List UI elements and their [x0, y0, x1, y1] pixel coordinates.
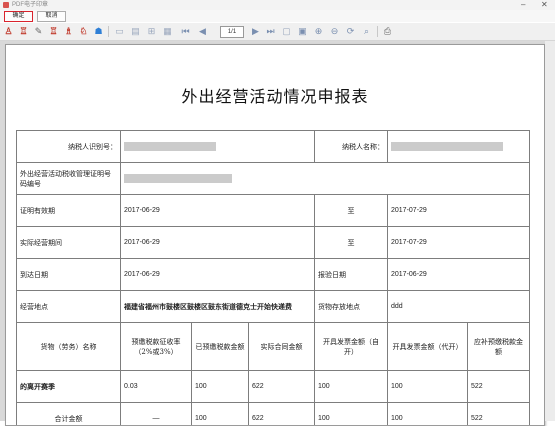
multi-seal-icon[interactable]: ♘ [78, 26, 89, 37]
goods-invoice-agent: 100 [388, 371, 468, 403]
document-viewer[interactable]: 外出经营活动情况申报表 纳税人识别号： 纳税人名称： 外出经营活动税收管理证明号… [0, 41, 555, 421]
single-page-icon[interactable]: ▣ [297, 26, 308, 37]
close-icon[interactable]: ✕ [541, 0, 548, 10]
header-contract: 实际合同金额 [249, 323, 315, 371]
table-row: 纳税人识别号： 纳税人名称： [17, 131, 530, 163]
total-row: 合计金额 — 100 622 100 100 522 [17, 403, 530, 426]
toolbar-separator [377, 26, 378, 37]
toolbar-separator [108, 26, 109, 37]
cloud-seal-icon[interactable]: ☗ [93, 26, 104, 37]
header-goods-name: 货物（劳务）名称 [17, 323, 121, 371]
taxpayer-name-value [388, 131, 530, 163]
zoom-in-icon[interactable]: ⊕ [313, 26, 324, 37]
batch-seal-icon[interactable]: ♗ [63, 26, 74, 37]
valid-period-label: 证明有效期 [17, 195, 121, 227]
page-number-field[interactable]: 1/1 [220, 26, 244, 38]
total-invoice-agent: 100 [388, 403, 468, 426]
app-icon [3, 2, 9, 8]
inspection-date-label: 报验日期 [315, 259, 388, 291]
header-invoice-self: 开具发票金额（自开） [315, 323, 388, 371]
confirm-button[interactable]: 确定 [4, 11, 33, 22]
fit-page-icon[interactable]: ▭ [114, 26, 125, 37]
pen-icon[interactable]: ✎ [33, 26, 44, 37]
redacted-block [124, 142, 216, 151]
table-row: 外出经营活动税收管理证明号码编号 [17, 163, 530, 195]
taxpayer-id-value [121, 131, 315, 163]
inspection-date-value: 2017-06-29 [388, 259, 530, 291]
redacted-block [391, 142, 503, 151]
zoom-out-icon[interactable]: ⊖ [329, 26, 340, 37]
period-from-value: 2017-06-29 [121, 227, 315, 259]
total-supplement: 522 [468, 403, 530, 426]
page-view-icon[interactable]: ▢ [281, 26, 292, 37]
document-title: 外出经营活动情况申报表 [6, 83, 544, 107]
goods-header-row: 货物（劳务）名称 预缴税款征收率（2%或3%） 已预缴税款金额 实际合同金额 开… [17, 323, 530, 371]
goods-supplement: 522 [468, 371, 530, 403]
header-invoice-agent: 开具发票金额（代开） [388, 323, 468, 371]
stamp-icon[interactable]: ♙ [3, 26, 14, 37]
cert-number-value [121, 163, 530, 195]
seal-icon[interactable]: ♖ [48, 26, 59, 37]
table-row: 证明有效期 2017-06-29 至 2017-07-29 [17, 195, 530, 227]
prev-page-icon[interactable]: ◀ [197, 26, 208, 37]
window-title: PDF电子印章 [12, 0, 48, 10]
storage-label: 货物存放地点 [315, 291, 388, 323]
table-row: 经营地点 福建省福州市鼓楼区鼓楼区鼓东街道德克士开始快递费 货物存放地点 ddd [17, 291, 530, 323]
taxpayer-id-label: 纳税人识别号： [17, 131, 121, 163]
first-page-icon[interactable]: ⏮ [180, 26, 191, 37]
table-row: 到达日期 2017-06-29 报验日期 2017-06-29 [17, 259, 530, 291]
header-supplement: 应补预缴税款金额 [468, 323, 530, 371]
minimize-icon[interactable]: – [521, 0, 525, 10]
valid-to-label: 至 [315, 195, 388, 227]
total-invoice-self: 100 [315, 403, 388, 426]
goods-rate: 0.03 [121, 371, 192, 403]
total-rate: — [121, 403, 192, 426]
business-period-label: 实际经营期间 [17, 227, 121, 259]
arrival-date-label: 到达日期 [17, 259, 121, 291]
goods-row: 的离开赛季 0.03 100 622 100 100 522 [17, 371, 530, 403]
valid-to-value: 2017-07-29 [388, 195, 530, 227]
total-label: 合计金额 [17, 403, 121, 426]
seam-stamp-icon[interactable]: ♖ [18, 26, 29, 37]
actual-size-icon[interactable]: ⊞ [146, 26, 157, 37]
declaration-form-table: 纳税人识别号： 纳税人名称： 外出经营活动税收管理证明号码编号 证明有效期 20… [16, 130, 530, 426]
rotate-icon[interactable]: ⟳ [345, 26, 356, 37]
cancel-button[interactable]: 取消 [37, 11, 66, 22]
total-contract: 622 [249, 403, 315, 426]
goods-contract: 622 [249, 371, 315, 403]
last-page-icon[interactable]: ⏭ [265, 26, 276, 37]
table-row: 实际经营期间 2017-06-29 至 2017-07-29 [17, 227, 530, 259]
period-to-label: 至 [315, 227, 388, 259]
total-prepaid: 100 [192, 403, 249, 426]
find-icon[interactable]: ⌕ [361, 26, 372, 37]
pdf-page: 外出经营活动情况申报表 纳税人识别号： 纳税人名称： 外出经营活动税收管理证明号… [5, 44, 545, 426]
window-titlebar: PDF电子印章 – ✕ [0, 0, 555, 10]
storage-value: ddd [388, 291, 530, 323]
cert-number-label: 外出经营活动税收管理证明号码编号 [17, 163, 121, 195]
taxpayer-name-label: 纳税人名称： [315, 131, 388, 163]
goods-name: 的离开赛季 [17, 371, 121, 403]
location-value: 福建省福州市鼓楼区鼓楼区鼓东街道德克士开始快递费 [121, 291, 315, 323]
arrival-date-value: 2017-06-29 [121, 259, 315, 291]
toolbar: ♙ ♖ ✎ ♖ ♗ ♘ ☗ ▭ ▤ ⊞ ▦ ⏮ ◀ 1/1 ▶ ⏭ ▢ ▣ ⊕ … [0, 23, 555, 41]
period-to-value: 2017-07-29 [388, 227, 530, 259]
header-prepaid: 已预缴税款金额 [192, 323, 249, 371]
redacted-block [124, 174, 232, 183]
action-bar: 确定 取消 [0, 10, 555, 22]
next-page-icon[interactable]: ▶ [250, 26, 261, 37]
fit-width-icon[interactable]: ▤ [130, 26, 141, 37]
valid-from-value: 2017-06-29 [121, 195, 315, 227]
goods-invoice-self: 100 [315, 371, 388, 403]
vertical-scrollbar[interactable] [545, 41, 555, 421]
location-label: 经营地点 [17, 291, 121, 323]
goods-prepaid: 100 [192, 371, 249, 403]
thumbnail-icon[interactable]: ▦ [162, 26, 173, 37]
print-icon[interactable]: ⎙ [382, 26, 393, 37]
header-rate: 预缴税款征收率（2%或3%） [121, 323, 192, 371]
